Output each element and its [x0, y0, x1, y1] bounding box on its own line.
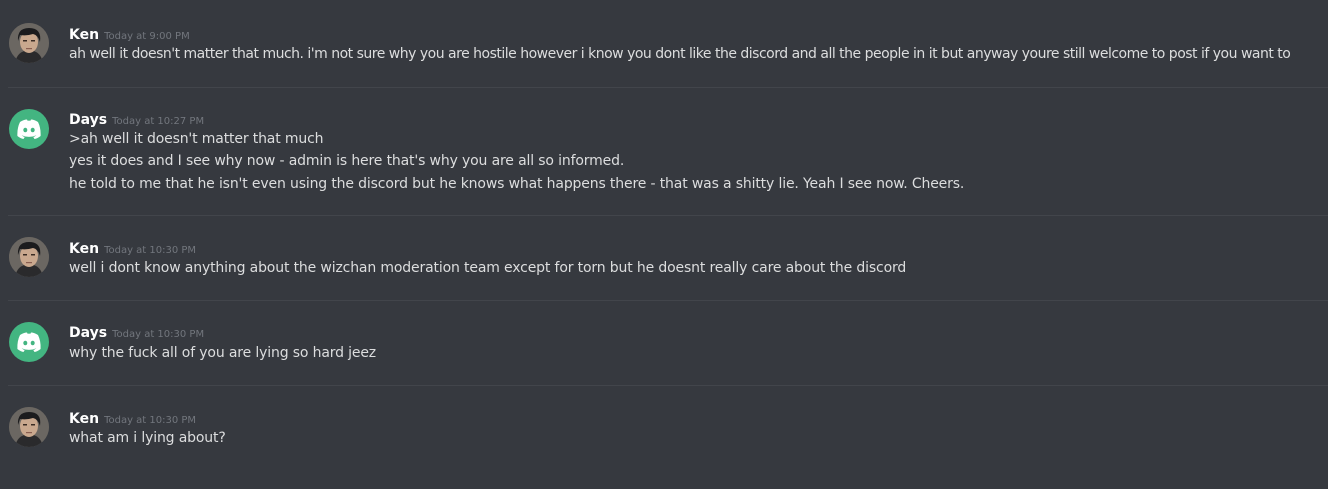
message-text: >ah well it doesn't matter that much: [69, 131, 324, 147]
message-timestamp: Today at 10:30 PM: [104, 245, 197, 256]
ken-avatar-icon: [9, 23, 49, 63]
message-timestamp: Today at 10:30 PM: [104, 415, 197, 426]
discord-logo-icon: [17, 332, 41, 352]
message-author[interactable]: Days: [69, 112, 107, 128]
message-text: yes it does and I see why now - admin is…: [69, 153, 625, 169]
user-avatar[interactable]: [9, 23, 49, 63]
message-author[interactable]: Ken: [69, 241, 99, 257]
message-text: he told to me that he isn't even using t…: [69, 176, 965, 192]
message-author[interactable]: Days: [69, 325, 107, 341]
message-group: Ken Today at 9:00 PM ah well it doesn't m…: [0, 0, 1328, 87]
user-avatar[interactable]: [9, 109, 49, 149]
message-text: well i dont know anything about the wizc…: [69, 260, 907, 276]
message-timestamp: Today at 10:27 PM: [112, 116, 205, 127]
message-timestamp: Today at 10:30 PM: [112, 329, 205, 340]
user-avatar[interactable]: [9, 407, 49, 447]
message-group: Ken Today at 10:30 PM well i dont know an…: [0, 216, 1328, 300]
user-avatar[interactable]: [9, 322, 49, 362]
message-author[interactable]: Ken: [69, 27, 99, 43]
message-group: Days Today at 10:27 PM >ah well it doesn'…: [0, 88, 1328, 215]
message-group: Ken Today at 10:30 PM what am i lying abo…: [0, 386, 1328, 489]
ken-avatar-icon: [9, 237, 49, 277]
message-author[interactable]: Ken: [69, 411, 99, 427]
ken-avatar-icon: [9, 407, 49, 447]
message-timestamp: Today at 9:00 PM: [104, 31, 190, 42]
message-text: why the fuck all of you are lying so har…: [69, 345, 377, 361]
chat-message-list: Ken Today at 9:00 PM ah well it doesn't m…: [0, 0, 1328, 489]
user-avatar[interactable]: [9, 237, 49, 277]
message-text: ah well it doesn't matter that much. i'm…: [69, 46, 1291, 62]
discord-logo-icon: [17, 119, 41, 139]
message-group: Days Today at 10:30 PM why the fuck all o…: [0, 301, 1328, 385]
message-text: what am i lying about?: [69, 430, 226, 446]
